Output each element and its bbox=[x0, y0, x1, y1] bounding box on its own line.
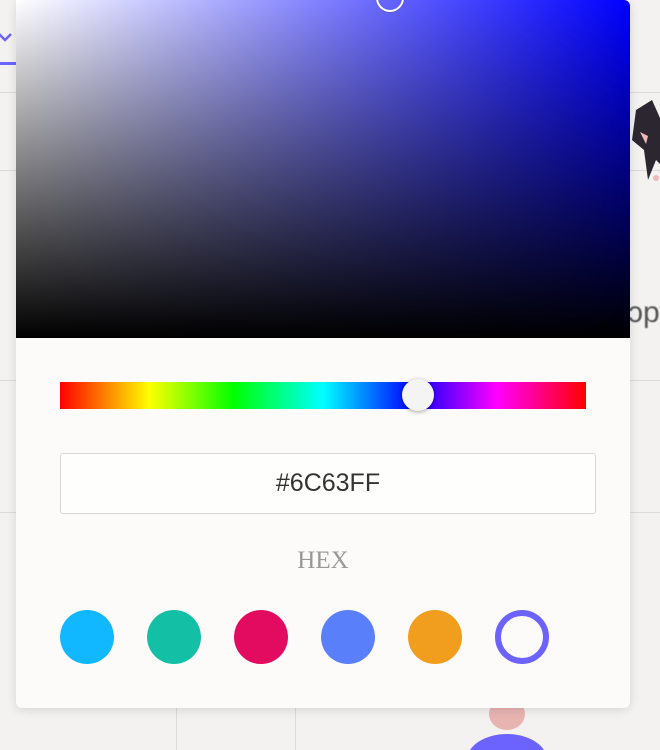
saturation-brightness-handle[interactable] bbox=[376, 0, 404, 12]
hue-slider[interactable] bbox=[60, 379, 586, 411]
preset-swatch-violet[interactable] bbox=[495, 610, 549, 664]
preset-swatch-cornflower-blue[interactable] bbox=[321, 610, 375, 664]
preset-swatches bbox=[60, 610, 549, 666]
illustration-image bbox=[632, 100, 660, 181]
preset-swatch-teal[interactable] bbox=[147, 610, 201, 664]
bg-text-fragment: ɔpt bbox=[628, 296, 660, 329]
hue-slider-handle[interactable] bbox=[401, 379, 434, 411]
preset-swatch-crimson[interactable] bbox=[234, 610, 288, 664]
chevron-down-icon[interactable] bbox=[0, 30, 12, 44]
color-format-label[interactable]: HEX bbox=[16, 547, 630, 575]
preset-swatch-sky-blue[interactable] bbox=[60, 610, 114, 664]
bg-divider bbox=[176, 708, 177, 750]
screen: ɔpt HEX bbox=[0, 0, 660, 750]
preset-swatch-orange[interactable] bbox=[408, 610, 462, 664]
saturation-brightness-area[interactable] bbox=[16, 0, 630, 338]
hex-color-input[interactable] bbox=[60, 453, 596, 514]
color-picker-popover: HEX bbox=[16, 0, 630, 708]
bg-active-tab-indicator bbox=[0, 62, 16, 65]
bg-divider bbox=[295, 708, 296, 750]
